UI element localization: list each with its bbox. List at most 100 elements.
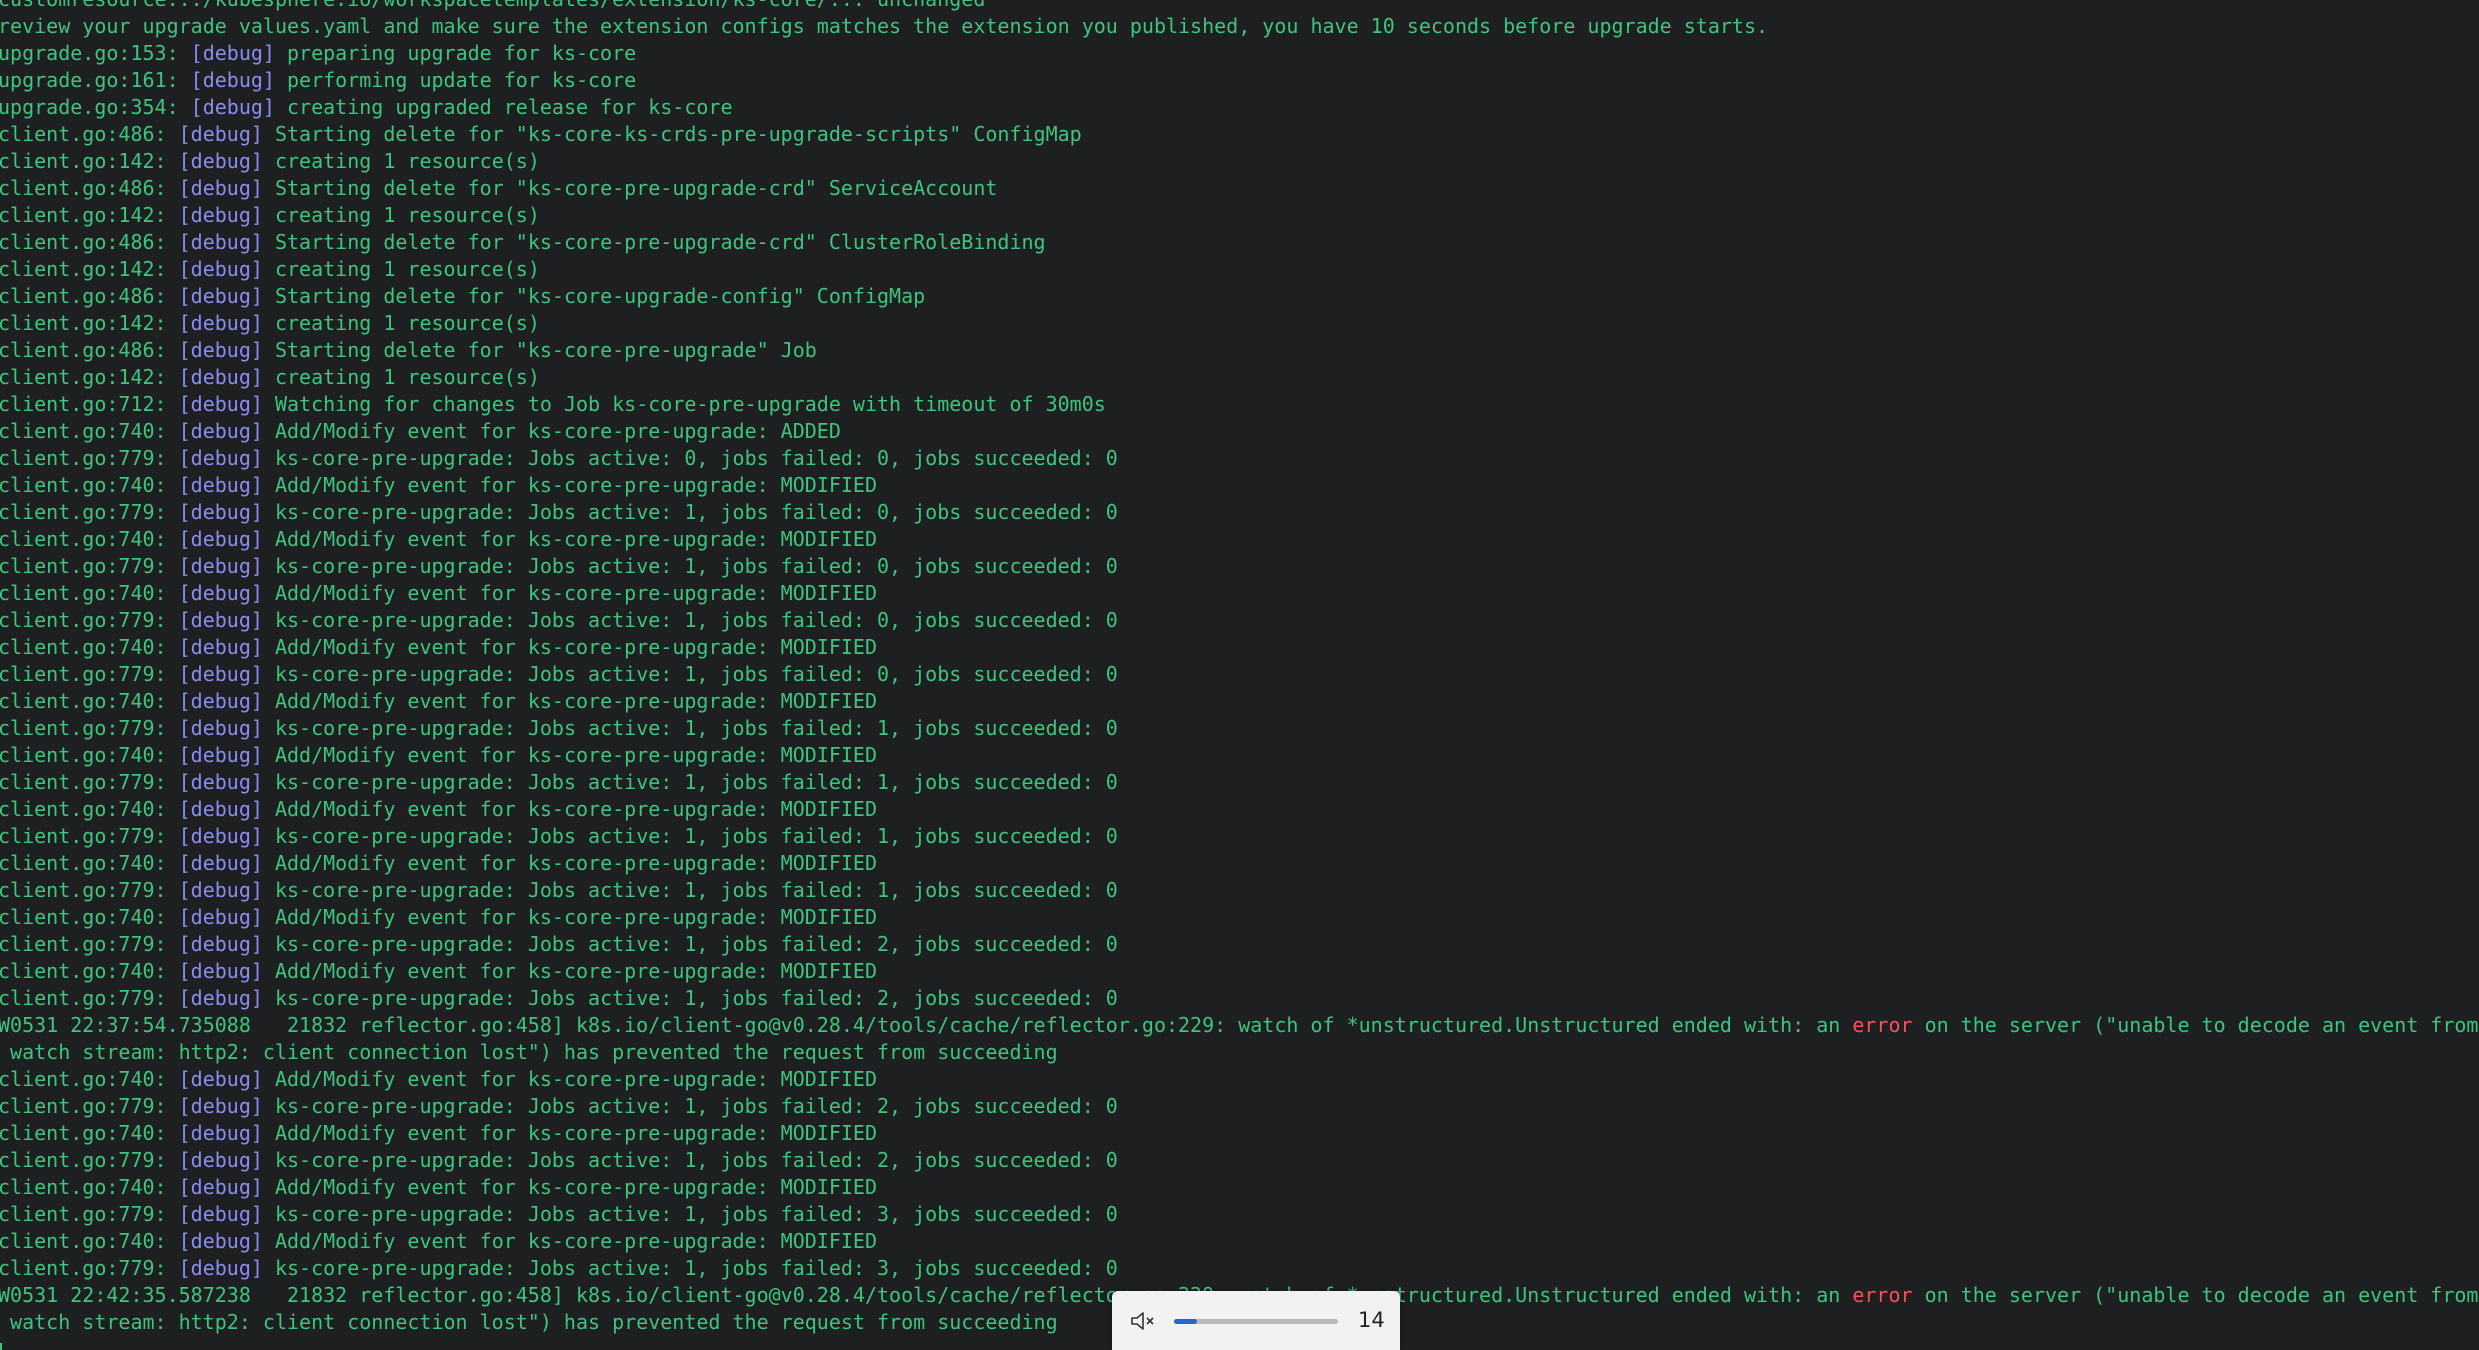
log-text: client.go:779:	[0, 608, 179, 632]
debug-tag: [debug]	[178, 446, 263, 470]
debug-tag: [debug]	[178, 1121, 263, 1145]
log-text: ks-core-pre-upgrade: Jobs active: 1, job…	[262, 932, 1118, 956]
debug-tag: [debug]	[178, 797, 263, 821]
terminal-line: client.go:779: [debug] ks-core-pre-upgra…	[0, 823, 2479, 850]
debug-tag: [debug]	[178, 689, 263, 713]
terminal-line: client.go:740: [debug] Add/Modify event …	[0, 1120, 2479, 1147]
log-text: client.go:740:	[0, 851, 179, 875]
terminal-line: client.go:712: [debug] Watching for chan…	[0, 391, 2479, 418]
terminal-line: upgrade.go:161: [debug] performing updat…	[0, 67, 2479, 94]
debug-tag: [debug]	[178, 959, 263, 983]
debug-tag: [debug]	[178, 149, 263, 173]
log-text: on the server ("unable to decode an even…	[1912, 1013, 2479, 1037]
terminal-cursor	[0, 1342, 2, 1350]
terminal-line: watch stream: http2: client connection l…	[0, 1039, 2479, 1066]
debug-tag: [debug]	[178, 824, 263, 848]
debug-tag: [debug]	[178, 284, 263, 308]
log-text: Starting delete for "ks-core-upgrade-con…	[262, 284, 926, 308]
log-text: client.go:779:	[0, 446, 179, 470]
terminal-line: client.go:142: [debug] creating 1 resour…	[0, 202, 2479, 229]
terminal-line: client.go:740: [debug] Add/Modify event …	[0, 1174, 2479, 1201]
log-text: Add/Modify event for ks-core-pre-upgrade…	[262, 419, 841, 443]
log-text: upgrade.go:354:	[0, 95, 191, 119]
log-text: ks-core-pre-upgrade: Jobs active: 1, job…	[262, 500, 1118, 524]
terminal-output[interactable]: customresource.../kubesphere.io/workspac…	[0, 0, 2479, 1350]
debug-tag: [debug]	[190, 68, 275, 92]
log-text: Add/Modify event for ks-core-pre-upgrade…	[262, 1067, 878, 1091]
terminal-line: client.go:740: [debug] Add/Modify event …	[0, 904, 2479, 931]
log-text: Add/Modify event for ks-core-pre-upgrade…	[262, 527, 878, 551]
volume-slider[interactable]	[1174, 1319, 1338, 1324]
log-text: ks-core-pre-upgrade: Jobs active: 1, job…	[262, 1202, 1118, 1226]
log-text: Add/Modify event for ks-core-pre-upgrade…	[262, 689, 878, 713]
log-text: watch stream: http2: client connection l…	[0, 1040, 1058, 1064]
log-text: client.go:486:	[0, 230, 179, 254]
debug-tag: [debug]	[178, 770, 263, 794]
log-text: Add/Modify event for ks-core-pre-upgrade…	[262, 797, 878, 821]
terminal-line: client.go:740: [debug] Add/Modify event …	[0, 958, 2479, 985]
log-text: Add/Modify event for ks-core-pre-upgrade…	[262, 905, 878, 929]
log-text: client.go:486:	[0, 284, 179, 308]
log-text: ks-core-pre-upgrade: Jobs active: 1, job…	[262, 554, 1118, 578]
debug-tag: [debug]	[178, 1229, 263, 1253]
log-text: client.go:740:	[0, 527, 179, 551]
terminal-line: client.go:779: [debug] ks-core-pre-upgra…	[0, 985, 2479, 1012]
log-text: performing update for ks-core	[274, 68, 637, 92]
log-text: client.go:779:	[0, 500, 179, 524]
log-text: client.go:486:	[0, 122, 179, 146]
log-text: ks-core-pre-upgrade: Jobs active: 1, job…	[262, 1256, 1118, 1280]
log-text: Add/Modify event for ks-core-pre-upgrade…	[262, 581, 878, 605]
log-text: ks-core-pre-upgrade: Jobs active: 1, job…	[262, 1148, 1118, 1172]
terminal-line: client.go:142: [debug] creating 1 resour…	[0, 310, 2479, 337]
terminal-line: client.go:779: [debug] ks-core-pre-upgra…	[0, 553, 2479, 580]
log-text: client.go:740:	[0, 1121, 179, 1145]
debug-tag: [debug]	[178, 554, 263, 578]
terminal-line: upgrade.go:354: [debug] creating upgrade…	[0, 94, 2479, 121]
log-text: preparing upgrade for ks-core	[274, 41, 637, 65]
log-text: ks-core-pre-upgrade: Jobs active: 1, job…	[262, 770, 1118, 794]
error-keyword: error	[1852, 1283, 1913, 1307]
debug-tag: [debug]	[178, 1148, 263, 1172]
log-text: upgrade.go:153:	[0, 41, 191, 65]
log-text: Add/Modify event for ks-core-pre-upgrade…	[262, 743, 878, 767]
log-text: Add/Modify event for ks-core-pre-upgrade…	[262, 851, 878, 875]
debug-tag: [debug]	[190, 95, 275, 119]
log-text: client.go:779:	[0, 878, 179, 902]
terminal-line: client.go:142: [debug] creating 1 resour…	[0, 364, 2479, 391]
log-text: client.go:779:	[0, 986, 179, 1010]
debug-tag: [debug]	[178, 230, 263, 254]
debug-tag: [debug]	[178, 176, 263, 200]
log-text: client.go:779:	[0, 554, 179, 578]
log-text: creating upgraded release for ks-core	[274, 95, 733, 119]
log-text: client.go:779:	[0, 824, 179, 848]
debug-tag: [debug]	[178, 635, 263, 659]
terminal-line: client.go:779: [debug] ks-core-pre-upgra…	[0, 931, 2479, 958]
terminal-line: client.go:740: [debug] Add/Modify event …	[0, 850, 2479, 877]
log-text: client.go:142:	[0, 311, 179, 335]
debug-tag: [debug]	[178, 1175, 263, 1199]
log-text: client.go:779:	[0, 1256, 179, 1280]
terminal-line: client.go:779: [debug] ks-core-pre-upgra…	[0, 769, 2479, 796]
log-text: creating 1 resource(s)	[262, 257, 540, 281]
log-text: client.go:740:	[0, 473, 179, 497]
log-text: ks-core-pre-upgrade: Jobs active: 1, job…	[262, 662, 1118, 686]
terminal-line: client.go:779: [debug] ks-core-pre-upgra…	[0, 1201, 2479, 1228]
debug-tag: [debug]	[178, 419, 263, 443]
terminal-line: client.go:740: [debug] Add/Modify event …	[0, 526, 2479, 553]
log-text: review your upgrade values.yaml and make…	[0, 14, 1769, 38]
log-text: Starting delete for "ks-core-pre-upgrade…	[262, 176, 998, 200]
log-text: watch stream: http2: client connection l…	[0, 1310, 1058, 1334]
log-text: creating 1 resource(s)	[262, 149, 540, 173]
terminal-line: client.go:779: [debug] ks-core-pre-upgra…	[0, 499, 2479, 526]
log-text: on the server ("unable to decode an even…	[1912, 1283, 2479, 1307]
log-text: client.go:740:	[0, 1067, 179, 1091]
terminal-line: client.go:779: [debug] ks-core-pre-upgra…	[0, 1147, 2479, 1174]
log-text: client.go:740:	[0, 905, 179, 929]
log-text: ks-core-pre-upgrade: Jobs active: 1, job…	[262, 716, 1118, 740]
log-text: client.go:779:	[0, 1148, 179, 1172]
debug-tag: [debug]	[178, 338, 263, 362]
log-text: client.go:142:	[0, 257, 179, 281]
log-text: Starting delete for "ks-core-ks-crds-pre…	[262, 122, 1082, 146]
debug-tag: [debug]	[178, 311, 263, 335]
log-text: ks-core-pre-upgrade: Jobs active: 1, job…	[262, 878, 1118, 902]
